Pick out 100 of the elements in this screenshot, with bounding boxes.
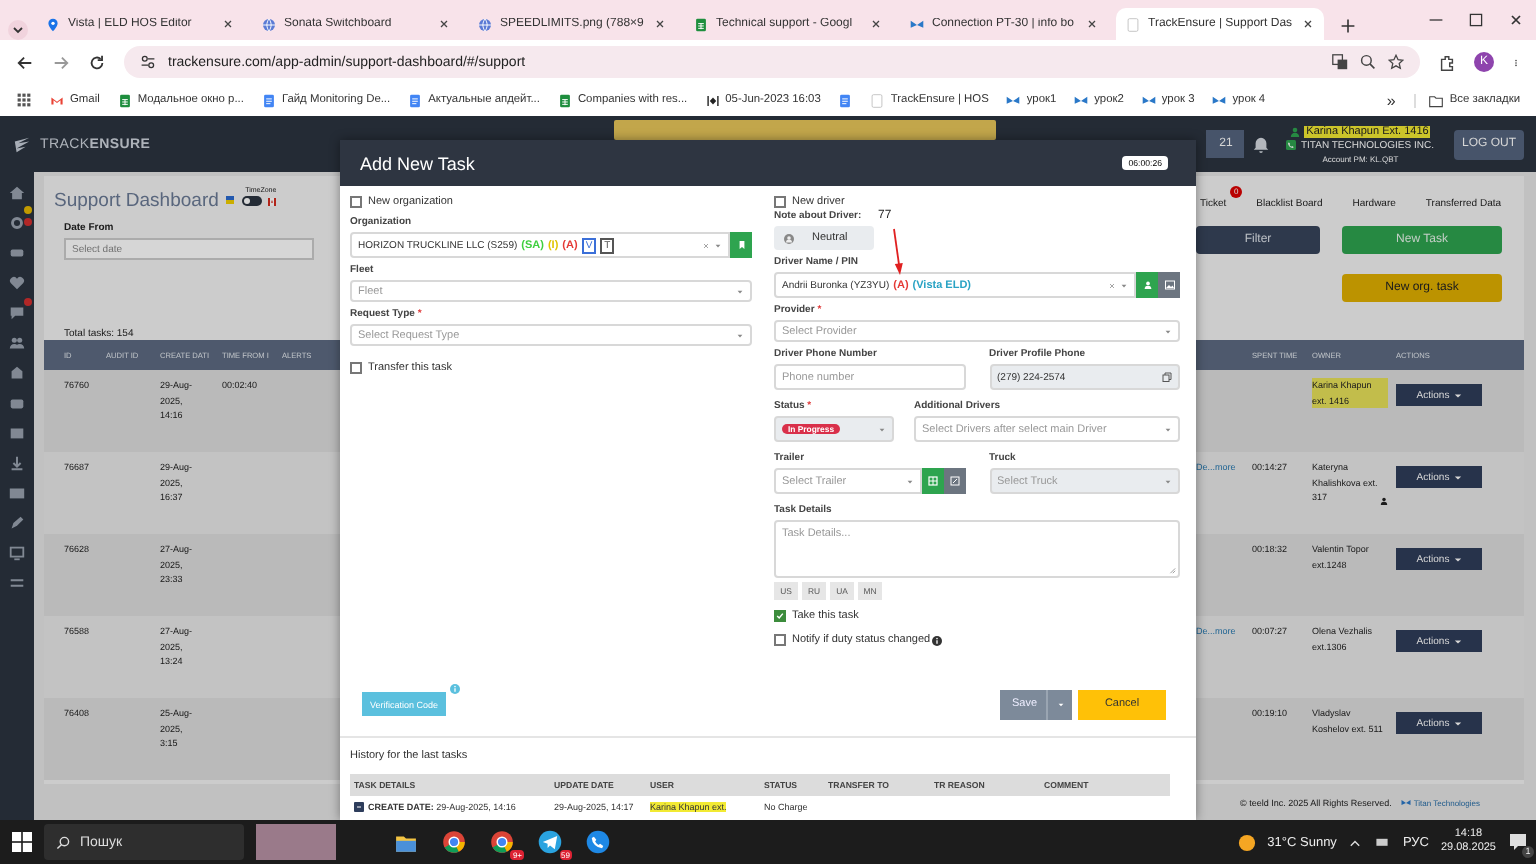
close-icon[interactable] [1508,12,1524,28]
site-info-icon[interactable] [140,54,156,70]
card-icon[interactable] [8,484,26,502]
person-icon [1290,125,1301,137]
chat-icon[interactable] [8,304,26,322]
resize-grip-icon [1168,566,1176,574]
lines-icon[interactable] [8,574,26,592]
paper-plane-icon[interactable] [538,830,562,854]
caret-icon [1164,425,1172,433]
caret-icon [1164,477,1172,485]
mail-icon [50,93,64,107]
checkbox[interactable] [350,196,362,208]
bell-icon[interactable] [1252,135,1271,153]
close-icon[interactable] [1086,18,1098,30]
page-title: Support Dashboard [54,189,219,211]
page-icon [1126,17,1140,31]
close-icon[interactable] [654,18,666,30]
butterfly-icon [1399,797,1412,807]
tab-list-caret-icon[interactable] [8,20,28,40]
windows-logo-icon[interactable] [12,832,32,852]
caret-icon [1453,555,1462,563]
caret-icon [1453,391,1462,399]
back-arrow-icon[interactable] [16,53,34,71]
reload-icon[interactable] [88,53,106,71]
checkbox[interactable] [774,634,786,646]
heart-icon[interactable] [8,274,26,292]
close-icon[interactable] [870,18,882,30]
close-icon[interactable] [1302,18,1314,30]
annotation-arrow [892,228,904,276]
chrome-icon[interactable] [442,830,466,854]
checkbox[interactable] [774,610,786,622]
clear-icon[interactable] [1108,281,1116,289]
phone-icon[interactable] [586,830,610,854]
translate-icon[interactable] [1332,54,1348,70]
close-icon[interactable] [438,18,450,30]
checkbox[interactable] [350,362,362,374]
home-icon[interactable] [8,184,26,202]
butterfly-icon [1141,93,1156,107]
close-icon[interactable] [222,18,234,30]
butterfly-icon [1212,93,1227,107]
person-circle-icon [784,233,794,243]
image-icon [1163,280,1175,290]
butterfly-icon [1006,93,1021,107]
chrome-icon[interactable] [490,830,514,854]
house-icon[interactable] [8,364,26,382]
extensions-icon[interactable] [1438,53,1456,71]
apps-grid-icon[interactable] [16,92,32,108]
maximize-icon[interactable] [1468,12,1484,28]
search-icon [56,835,70,849]
folder-icon [1427,93,1444,107]
spreadsheet-icon [694,17,708,31]
check-icon [776,612,784,620]
notification-icon[interactable] [1508,832,1528,852]
bookmark-button[interactable] [730,232,752,258]
timezone-toggle[interactable] [242,196,263,206]
caret-icon [1453,473,1462,481]
zoom-icon[interactable] [1360,54,1376,70]
people-icon[interactable] [8,334,26,352]
copy-icon[interactable] [1162,372,1172,382]
person-icon [1380,495,1388,505]
notification-dot [24,206,32,214]
edit-trailer-button[interactable] [943,468,965,494]
clear-icon[interactable] [702,241,710,249]
person-icon [1143,280,1151,290]
more-bookmarks[interactable]: » [1386,91,1396,109]
driver-profile-button[interactable] [1136,272,1158,298]
star-icon[interactable] [1388,54,1404,70]
caret-icon [736,287,744,295]
caret-icon [878,425,886,433]
globe-icon [478,17,492,31]
chevron-up-icon[interactable] [1348,835,1363,849]
bars-icon [705,93,720,107]
grid-icon [927,476,937,486]
dialog-title: Add New Task [360,153,475,173]
canada-flag-icon [266,197,279,205]
logo-swoosh-icon [10,135,34,153]
edit-icon [949,476,959,486]
caret-icon [1164,327,1172,335]
gear-icon[interactable] [8,214,26,232]
caret-icon [714,241,722,249]
expand-icon[interactable] [354,802,364,812]
caret-icon [905,477,913,485]
spreadsheet-icon [557,93,572,107]
checkbox[interactable] [774,196,786,208]
document-icon[interactable] [838,93,853,107]
forward-arrow-icon[interactable] [52,53,70,71]
folder-icon[interactable] [394,831,418,853]
sun-icon[interactable] [1237,833,1256,851]
download-icon[interactable] [8,454,26,472]
save-options-button[interactable] [1046,689,1072,719]
image-button[interactable] [1158,272,1180,298]
notification-dot [24,298,32,306]
info-icon [932,635,943,645]
add-trailer-button[interactable] [921,468,943,494]
new-tab-icon[interactable] [1340,18,1356,34]
caret-icon [1453,719,1462,727]
monitor-icon[interactable] [1374,835,1391,849]
globe-icon [262,17,276,31]
page-icon [870,93,885,107]
pencil-icon[interactable] [8,514,26,532]
